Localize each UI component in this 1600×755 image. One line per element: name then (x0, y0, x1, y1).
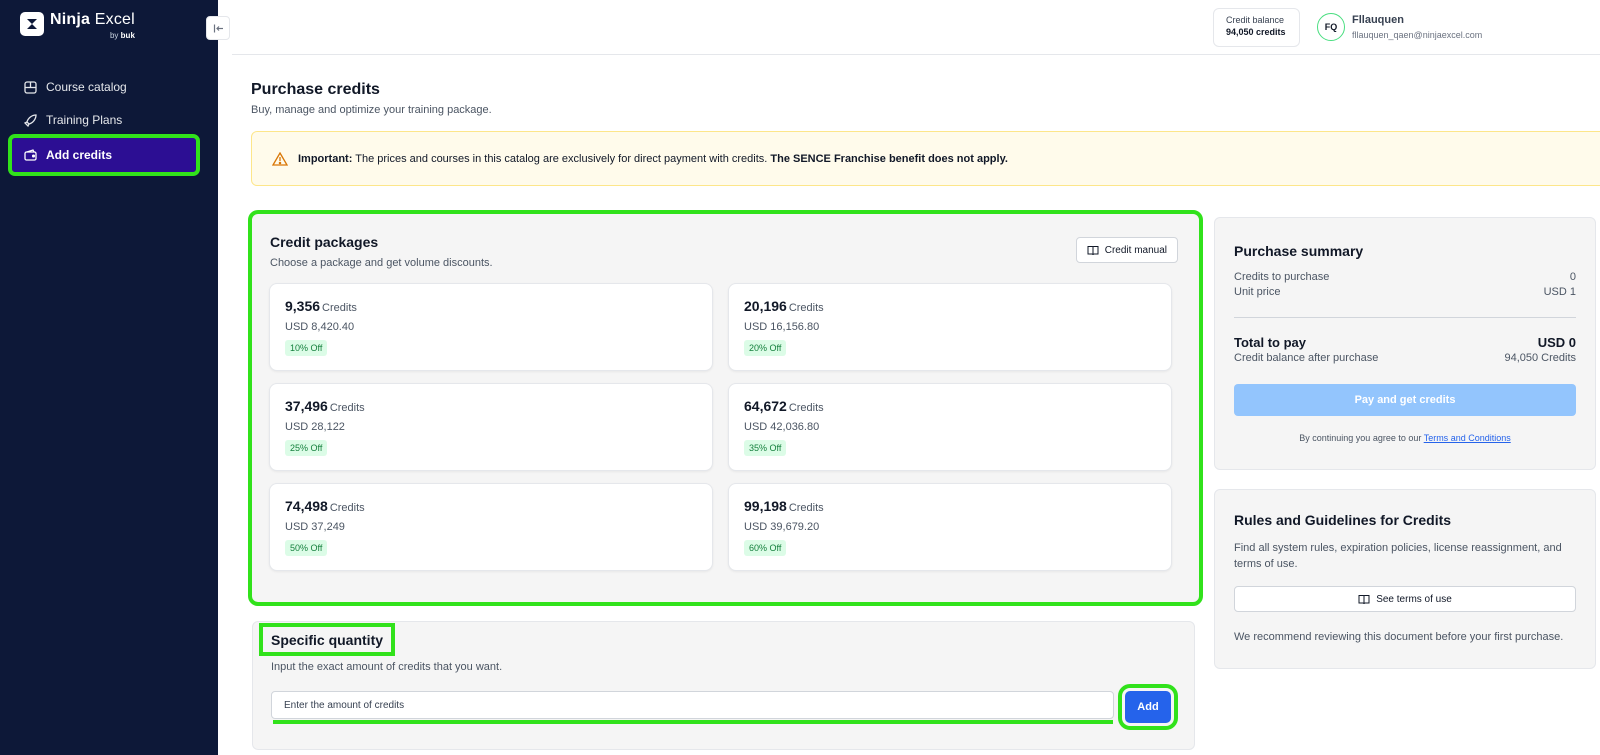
package-card[interactable]: 74,498 Credits USD 37,249 50% Off (269, 483, 713, 571)
package-price: USD 16,156.80 (744, 321, 820, 333)
sidebar-item-add-credits[interactable]: Add credits (8, 134, 200, 176)
ninja-logo-icon (20, 12, 44, 36)
credit-balance-label: Credit balance (1226, 15, 1285, 25)
credit-manual-label: Credit manual (1104, 244, 1167, 256)
package-unit: Credits (322, 302, 357, 314)
specific-quantity-subtitle: Input the exact amount of credits that y… (271, 661, 503, 673)
total-to-pay-label: Total to pay (1234, 335, 1306, 350)
rules-description: Find all system rules, expiration polici… (1234, 542, 1562, 570)
unit-price-label: Unit price (1234, 286, 1281, 298)
sidebar-nav: Course catalog Training Plans Add credit… (8, 72, 200, 176)
package-card[interactable]: 37,496 Credits USD 28,122 25% Off (269, 383, 713, 471)
balance-after-row: Credit balance after purchase 94,050 Cre… (1234, 352, 1576, 364)
discount-badge: 35% Off (744, 440, 787, 456)
balance-after-value: 94,050 Credits (1504, 352, 1576, 364)
discount-badge: 50% Off (285, 540, 328, 556)
summary-divider (1234, 317, 1576, 318)
terms-agreement: By continuing you agree to our Terms and… (1299, 433, 1511, 443)
package-amount: 9,356 (285, 298, 321, 314)
discount-badge: 60% Off (744, 540, 787, 556)
terms-and-conditions-link[interactable]: Terms and Conditions (1424, 433, 1511, 443)
alert-text: Important: The prices and courses in thi… (298, 152, 1008, 165)
credit-packages-title: Credit packages (270, 234, 379, 250)
package-amount: 20,196 (744, 298, 787, 314)
specific-quantity-title: Specific quantity (258, 623, 396, 656)
top-bar: Credit balance 94,050 credits FQ Fllauqu… (232, 0, 1600, 55)
sidebar-item-training-plans[interactable]: Training Plans (12, 105, 196, 135)
total-to-pay-row: Total to pay USD 0 (1234, 335, 1576, 350)
package-unit: Credits (788, 502, 824, 514)
credit-packages-panel: Credit packages Choose a package and get… (248, 210, 1203, 606)
rules-note: We recommend reviewing this document bef… (1234, 631, 1564, 643)
brand-logo[interactable]: Ninja Excel by buk (20, 12, 135, 40)
package-card[interactable]: 64,672 Credits USD 42,036.80 35% Off (728, 383, 1172, 471)
package-amount: 74,498 (285, 498, 328, 514)
package-unit: Credits (329, 502, 365, 514)
see-terms-label: See terms of use (1376, 593, 1452, 605)
package-card[interactable]: 20,196 Credits USD 16,156.80 20% Off (728, 283, 1172, 371)
package-price: USD 39,679.20 (744, 521, 820, 533)
sidebar-item-label: Course catalog (46, 80, 127, 94)
discount-badge: 10% Off (285, 340, 328, 356)
sidebar-item-label: Add credits (46, 148, 113, 162)
important-alert: Important: The prices and courses in thi… (251, 131, 1600, 186)
unit-price-value: USD 1 (1543, 286, 1576, 298)
credit-balance-value: 94,050 credits (1226, 27, 1286, 37)
unit-price-row: Unit price USD 1 (1234, 286, 1576, 298)
package-amount: 37,496 (285, 398, 328, 414)
package-unit: Credits (788, 402, 824, 414)
see-terms-of-use-button[interactable]: See terms of use (1234, 586, 1576, 612)
package-price: USD 8,420.40 (285, 321, 355, 333)
add-button[interactable]: Add (1118, 684, 1178, 730)
credit-amount-input[interactable] (271, 691, 1114, 719)
book-icon (1358, 594, 1370, 605)
package-price: USD 37,249 (285, 521, 345, 533)
package-amount: 99,198 (744, 498, 787, 514)
discount-badge: 20% Off (744, 340, 787, 356)
package-unit: Credits (788, 302, 824, 314)
purchase-summary-panel: Purchase summary Credits to purchase 0 U… (1214, 217, 1596, 470)
brand-name: Ninja Excel (50, 11, 135, 28)
brand-byline: by buk (109, 31, 135, 40)
package-amount: 64,672 (744, 398, 787, 414)
wallet-icon (23, 148, 37, 162)
collapse-arrow-icon (213, 24, 223, 32)
rules-title: Rules and Guidelines for Credits (1234, 512, 1452, 528)
avatar[interactable]: FQ (1317, 13, 1345, 41)
warning-icon (272, 151, 288, 166)
collapse-sidebar-button[interactable] (206, 16, 230, 40)
catalog-icon (23, 80, 37, 94)
package-unit: Credits (329, 402, 365, 414)
package-card[interactable]: 99,198 Credits USD 39,679.20 60% Off (728, 483, 1172, 571)
sidebar: Ninja Excel by buk Course catalog Traini… (0, 0, 218, 755)
specific-quantity-panel: Specific quantity Input the exact amount… (252, 621, 1195, 750)
input-highlight-underline (273, 720, 1113, 724)
rocket-icon (23, 113, 37, 127)
total-to-pay-value: USD 0 (1537, 335, 1576, 350)
credit-packages-subtitle: Choose a package and get volume discount… (270, 257, 493, 269)
credits-to-purchase-value: 0 (1569, 271, 1576, 283)
sidebar-item-label: Training Plans (46, 113, 123, 127)
discount-badge: 25% Off (285, 440, 328, 456)
package-price: USD 42,036.80 (744, 421, 820, 433)
package-card[interactable]: 9,356 Credits USD 8,420.40 10% Off (269, 283, 713, 371)
pay-and-get-credits-button[interactable]: Pay and get credits (1234, 384, 1576, 416)
user-name[interactable]: Fllauquen (1352, 14, 1404, 26)
book-icon (1087, 245, 1099, 256)
credits-to-purchase-label: Credits to purchase (1234, 271, 1330, 283)
sidebar-item-course-catalog[interactable]: Course catalog (12, 72, 196, 102)
credits-to-purchase-row: Credits to purchase 0 (1234, 271, 1576, 283)
purchase-summary-title: Purchase summary (1234, 243, 1364, 259)
credit-manual-button[interactable]: Credit manual (1075, 237, 1178, 263)
page-subtitle: Buy, manage and optimize your training p… (251, 104, 492, 116)
user-email: fllauquen_qaen@ninjaexcel.com (1352, 30, 1483, 40)
rules-guidelines-panel: Rules and Guidelines for Credits Find al… (1214, 489, 1596, 669)
balance-after-label: Credit balance after purchase (1234, 352, 1379, 364)
package-price: USD 28,122 (285, 421, 345, 433)
credit-balance-widget: Credit balance 94,050 credits (1213, 8, 1300, 47)
page-title: Purchase credits (251, 81, 380, 98)
